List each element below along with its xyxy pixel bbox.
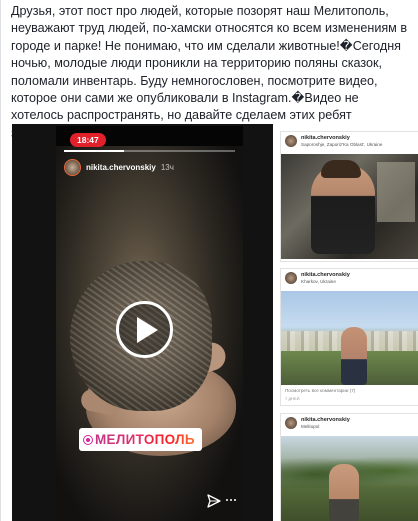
story-progress-fill [64,150,124,152]
location-sticker-text: МЕЛИТОПОЛЬ [95,432,195,447]
story-header: nikita.chervonskiy 13ч [64,159,174,176]
location-pin-icon [84,435,92,444]
avatar [285,417,297,429]
story-time-ago: 13ч [160,163,174,172]
instagram-post-card[interactable]: nikita.chervonskiy Kharkov, Ukraine Посм… [280,268,418,406]
instagram-photo [281,436,418,521]
instagram-location: Saporoshje, Zaporiz'Ka Oblast', Ukraine [301,142,383,147]
instagram-post-header: nikita.chervonskiy Melitopol [281,414,418,434]
send-icon[interactable] [207,494,221,508]
instagram-location: Melitopol [301,424,320,429]
instagram-post-header: nikita.chervonskiy Kharkov, Ukraine [281,269,418,289]
window [377,162,415,222]
avatar [285,272,297,284]
play-button[interactable] [116,301,173,358]
instagram-post-card[interactable]: nikita.chervonskiy Melitopol [280,413,418,521]
location-sticker[interactable]: МЕЛИТОПОЛЬ [79,428,202,451]
person [341,327,367,385]
instagram-post-card[interactable]: nikita.chervonskiy Saporoshje, Zaporiz'K… [280,131,418,262]
avatar [285,135,297,147]
status-time: 18:47 [70,133,106,147]
media-area: 18:47 nikita.chervonskiy 13ч МЕЛИТОПОЛЬ [12,124,418,521]
instagram-username: nikita.chervonskiy [301,417,350,423]
avatar[interactable] [64,159,81,176]
instagram-username: nikita.chervonskiy [301,135,350,141]
person [329,464,359,521]
instagram-username: nikita.chervonskiy [301,272,350,278]
story-username[interactable]: nikita.chervonskiy [86,163,156,172]
more-options-icon[interactable] [226,499,236,503]
video-player[interactable]: 18:47 nikita.chervonskiy 13ч МЕЛИТОПОЛЬ [12,124,273,521]
instagram-screenshots: nikita.chervonskiy Saporoshje, Zaporiz'K… [277,124,418,521]
story-progress-bar [64,150,235,152]
instagram-location: Kharkov, Ukraine [301,279,336,284]
facebook-post: Друзья, этот пост про людей, которые поз… [0,0,418,521]
view-comments-link[interactable]: Посмотреть все комментарии (7) [285,388,355,393]
play-icon [137,316,158,343]
person-hair [321,160,361,178]
post-text: Друзья, этот пост про людей, которые поз… [11,4,408,140]
instagram-post-header: nikita.chervonskiy Saporoshje, Zaporiz'K… [281,132,418,152]
instagram-photo [281,291,418,385]
instagram-photo [281,154,418,259]
instagram-post-time: 7 ДНЕЙ [285,396,300,401]
